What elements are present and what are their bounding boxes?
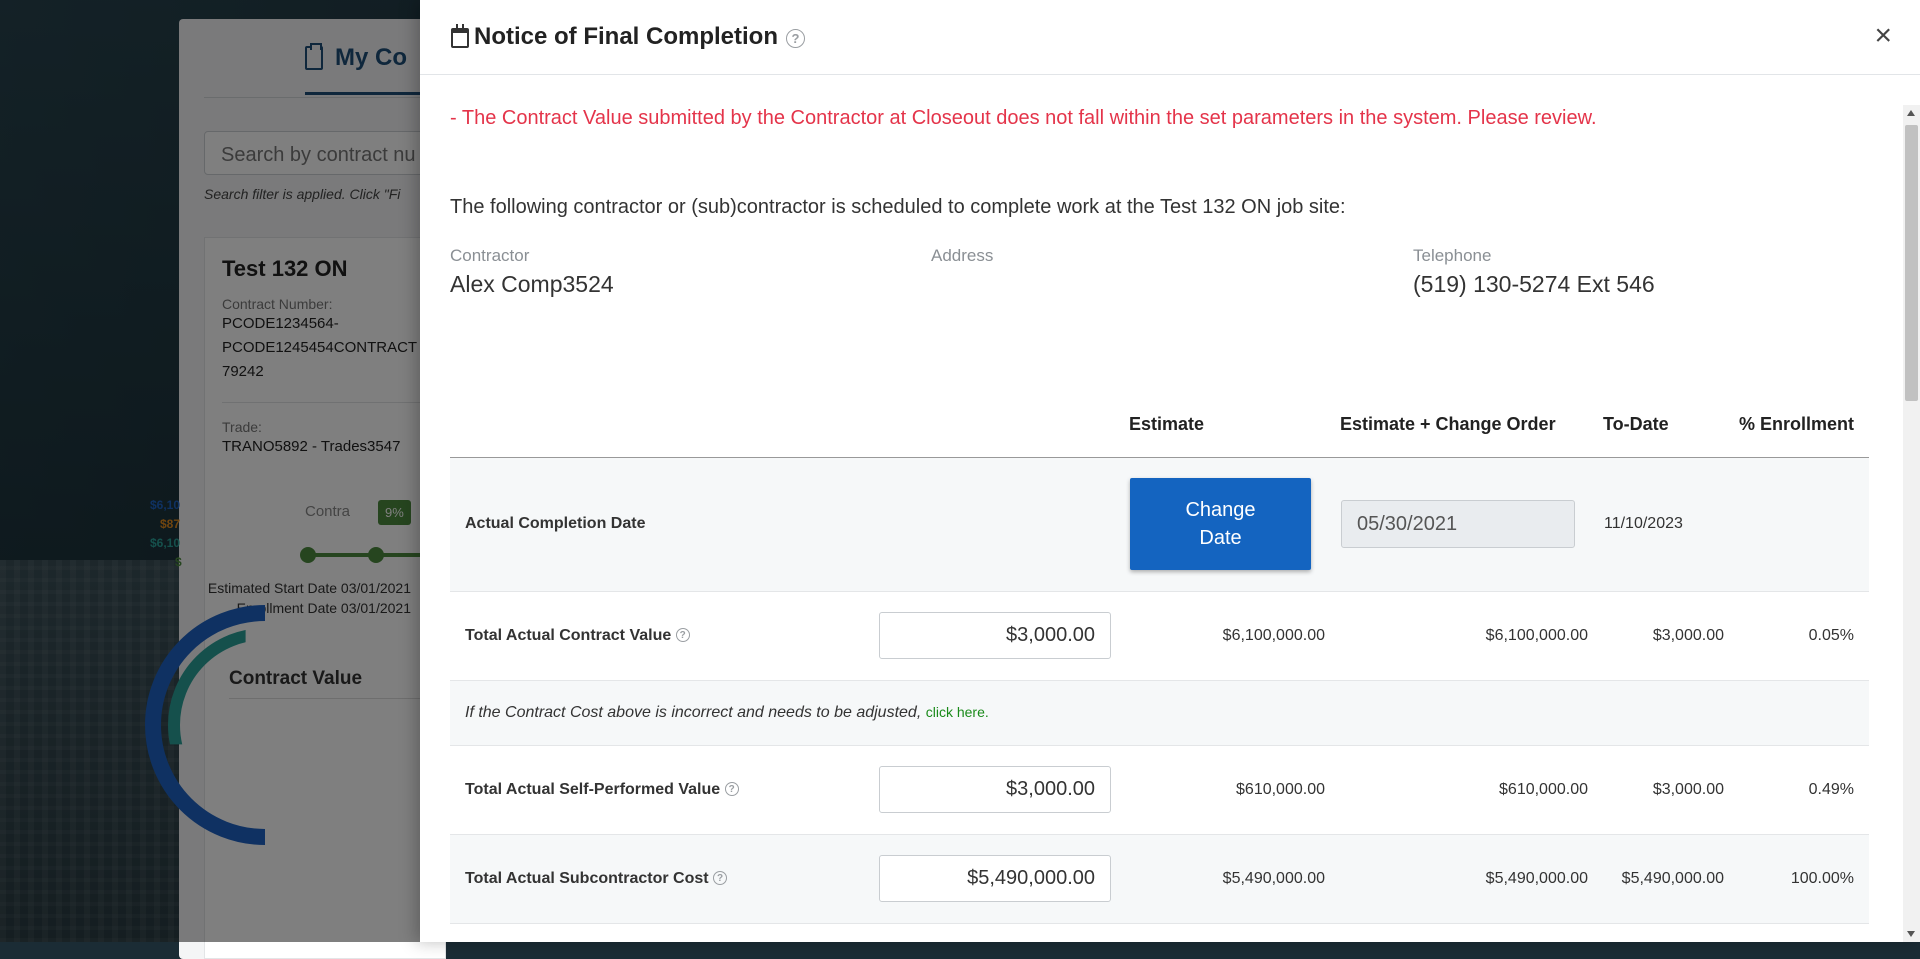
subcontractor-cost-input[interactable]: [879, 855, 1111, 902]
modal-header: Notice of Final Completion ? ×: [420, 0, 1920, 75]
subcontractor-to-date: $5,490,000.00: [1603, 834, 1739, 924]
address-label: Address: [931, 246, 994, 265]
modal-title: Notice of Final Completion: [474, 23, 778, 50]
scroll-up-icon[interactable]: [1907, 110, 1915, 116]
change-date-button[interactable]: Change Date: [1130, 478, 1311, 570]
help-icon[interactable]: ?: [724, 782, 739, 797]
help-icon[interactable]: ?: [786, 28, 805, 48]
table-cell: [867, 457, 1129, 592]
address-info: Address: [931, 246, 993, 271]
column-header-estimate: Estimate: [1129, 374, 1340, 458]
modal-body: - The Contract Value submitted by the Co…: [420, 74, 1920, 942]
table-row: Actual Completion Date Change Date 11/10…: [450, 457, 1869, 592]
self-performed-enrollment: 0.49%: [1739, 745, 1869, 835]
table-cell: [867, 745, 1129, 835]
column-header-blank: [450, 374, 867, 458]
table-cell: Total Actual Self-Performed Value ?: [450, 745, 867, 835]
table-row: If the Contract Cost above is incorrect …: [450, 680, 1869, 746]
telephone-value: (519) 130-5274 Ext 546: [1413, 271, 1655, 297]
subcontractor-enrollment: 100.00%: [1739, 834, 1869, 924]
contract-value-label: Total Actual Contract Value: [465, 626, 672, 644]
scrollbar-thumb[interactable]: [1905, 125, 1918, 401]
help-icon[interactable]: ?: [675, 628, 690, 643]
table-cell: Total Actual Subcontractor Cost ?: [450, 834, 867, 924]
subcontractor-estimate-change: $5,490,000.00: [1340, 834, 1603, 924]
telephone-info: Telephone (519) 130-5274 Ext 546: [1413, 246, 1655, 298]
column-header-to-date: To-Date: [1603, 374, 1739, 458]
contractor-label: Contractor: [450, 246, 530, 265]
self-performed-estimate: $610,000.00: [1129, 745, 1340, 835]
column-header-estimate-change-order: Estimate + Change Order: [1340, 374, 1603, 458]
table-cell: [1340, 457, 1603, 592]
self-performed-to-date: $3,000.00: [1603, 745, 1739, 835]
modal-scrollbar[interactable]: [1903, 105, 1920, 942]
completion-table: Estimate Estimate + Change Order To-Date…: [450, 374, 1869, 924]
adjust-note: If the Contract Cost above is incorrect …: [450, 680, 1869, 746]
telephone-label: Telephone: [1413, 246, 1492, 265]
adjust-note-text: If the Contract Cost above is incorrect …: [465, 703, 922, 721]
final-completion-modal: Notice of Final Completion ? × - The Con…: [420, 0, 1920, 942]
column-header-blank: [867, 374, 1129, 458]
subcontractor-estimate: $5,490,000.00: [1129, 834, 1340, 924]
self-performed-label: Total Actual Self-Performed Value: [465, 780, 721, 798]
calendar-icon: [451, 24, 469, 48]
contract-value-input[interactable]: [879, 612, 1111, 659]
help-icon[interactable]: ?: [713, 871, 728, 886]
table-header: Estimate Estimate + Change Order To-Date…: [450, 374, 1869, 458]
contract-value-to-date: $3,000.00: [1603, 591, 1739, 681]
warning-message: - The Contract Value submitted by the Co…: [450, 107, 1597, 129]
contractor-info: Contractor Alex Comp3524: [450, 246, 614, 298]
table-cell: [867, 834, 1129, 924]
self-performed-estimate-change: $610,000.00: [1340, 745, 1603, 835]
table-row: Total Actual Self-Performed Value ? $610…: [450, 745, 1869, 835]
completion-date-input: [1341, 500, 1575, 548]
self-performed-input[interactable]: [879, 766, 1111, 813]
column-header-enrollment: % Enrollment: [1739, 374, 1869, 458]
completion-date-label: Actual Completion Date: [450, 457, 867, 592]
table-cell: [1739, 457, 1869, 592]
contract-value-estimate: $6,100,000.00: [1129, 591, 1340, 681]
click-here-link[interactable]: click here.: [926, 704, 989, 720]
table-cell: Total Actual Contract Value ?: [450, 591, 867, 681]
subcontractor-cost-label: Total Actual Subcontractor Cost: [465, 869, 709, 887]
table-row: Total Actual Subcontractor Cost ? $5,490…: [450, 834, 1869, 924]
contract-value-estimate-change: $6,100,000.00: [1340, 591, 1603, 681]
scroll-down-icon[interactable]: [1907, 931, 1915, 937]
completion-to-date: 11/10/2023: [1603, 457, 1739, 592]
intro-text: The following contractor or (sub)contrac…: [450, 196, 1346, 218]
table-row: Total Actual Contract Value ? $6,100,000…: [450, 591, 1869, 681]
close-button[interactable]: ×: [1874, 19, 1892, 53]
table-cell: Change Date: [1129, 457, 1340, 592]
contract-value-enrollment: 0.05%: [1739, 591, 1869, 681]
contractor-value: Alex Comp3524: [450, 271, 614, 297]
table-cell: [867, 591, 1129, 681]
